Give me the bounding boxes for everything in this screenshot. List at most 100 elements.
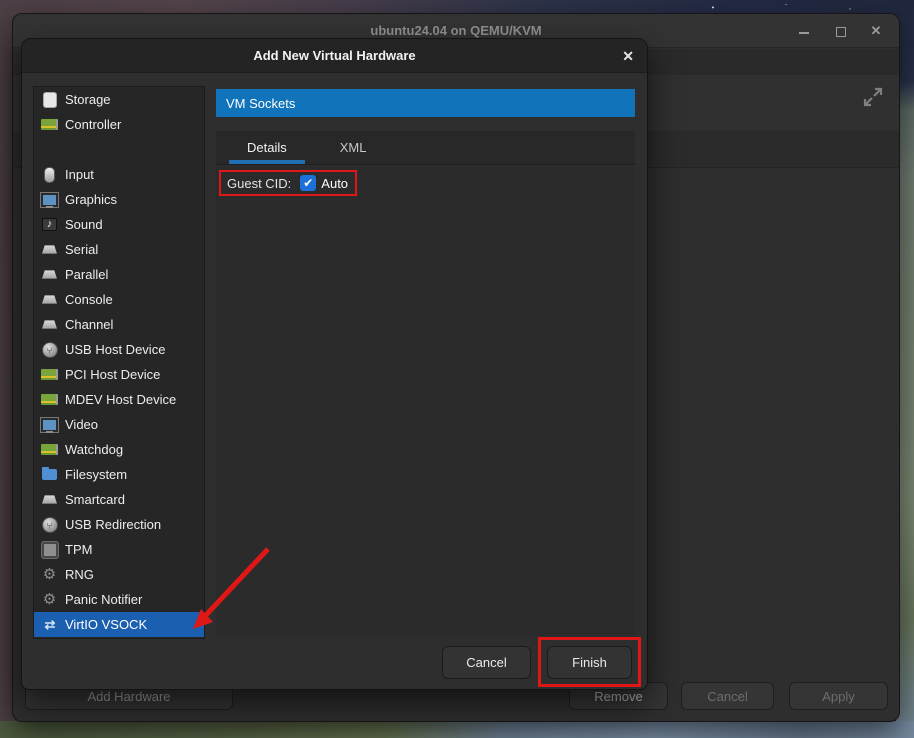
sidebar-item-label: Panic Notifier	[65, 592, 142, 607]
sidebar-item-pci-host-device[interactable]: PCI Host Device	[34, 362, 204, 387]
sidebar-item-video[interactable]: Video	[34, 412, 204, 437]
vsock-icon: ⇄	[41, 616, 58, 633]
card-icon	[41, 441, 58, 458]
sidebar-item-label: Sound	[65, 217, 103, 232]
apply-button: Apply	[789, 682, 888, 710]
sidebar-item-controller[interactable]: Controller	[34, 112, 204, 137]
tab-xml[interactable]: XML	[318, 131, 389, 164]
sidebar-item-label: Storage	[65, 92, 111, 107]
sidebar-item-label: Smartcard	[65, 492, 125, 507]
usb-icon	[41, 516, 58, 533]
sidebar-item-label: TPM	[65, 542, 92, 557]
tab-xml-label: XML	[340, 140, 367, 155]
card-icon	[41, 116, 58, 133]
hardware-type-list: Storage Controller Input Graphics Sound …	[33, 86, 205, 639]
sidebar-item-label: Graphics	[65, 192, 117, 207]
sidebar-item-tpm[interactable]: TPM	[34, 537, 204, 562]
sidebar-item-label: VirtIO VSOCK	[65, 617, 147, 632]
vm-cancel-button: Cancel	[681, 682, 774, 710]
panel-tabbar: Details XML	[216, 131, 635, 165]
add-hardware-dialog: Add New Virtual Hardware ✕ Storage Contr…	[21, 38, 648, 690]
auto-cid-checkbox-label: Auto	[321, 176, 348, 191]
minimize-icon[interactable]	[797, 24, 811, 38]
guest-cid-annotation-box: Guest CID: ✔ Auto	[219, 170, 357, 196]
sidebar-item-label: Channel	[65, 317, 113, 332]
sidebar-item-label: Parallel	[65, 267, 108, 282]
sidebar-item-filesystem[interactable]: Filesystem	[34, 462, 204, 487]
vm-window-title: ubuntu24.04 on QEMU/KVM	[370, 23, 541, 38]
sound-icon	[41, 216, 58, 233]
tab-details-label: Details	[247, 140, 287, 155]
connector-icon	[41, 266, 58, 283]
sidebar-item-label: Watchdog	[65, 442, 123, 457]
sidebar-item-spacer	[34, 137, 204, 162]
checkmark-icon: ✔	[303, 175, 313, 191]
auto-cid-checkbox[interactable]: ✔	[300, 175, 316, 191]
sidebar-item-channel[interactable]: Channel	[34, 312, 204, 337]
details-tab-content: Guest CID: ✔ Auto	[216, 166, 635, 636]
close-icon[interactable]: ✕	[869, 24, 883, 38]
connector-icon	[41, 316, 58, 333]
vm-window-controls: ✕	[797, 14, 883, 48]
card-icon	[41, 366, 58, 383]
sidebar-item-label: Serial	[65, 242, 98, 257]
sidebar-item-graphics[interactable]: Graphics	[34, 187, 204, 212]
sidebar-item-rng[interactable]: ⚙ RNG	[34, 562, 204, 587]
monitor-icon	[41, 191, 58, 208]
apply-label: Apply	[822, 689, 855, 704]
sidebar-item-usb-host-device[interactable]: USB Host Device	[34, 337, 204, 362]
dialog-close-icon[interactable]: ✕	[622, 39, 634, 73]
gear-icon: ⚙	[41, 591, 58, 608]
gear-icon: ⚙	[41, 566, 58, 583]
dialog-cancel-label: Cancel	[466, 655, 506, 670]
wallpaper-bottom-strip	[0, 721, 914, 738]
usb-icon	[41, 341, 58, 358]
sidebar-item-label: RNG	[65, 567, 94, 582]
dialog-titlebar[interactable]: Add New Virtual Hardware ✕	[22, 39, 647, 73]
connector-icon	[41, 291, 58, 308]
sidebar-item-input[interactable]: Input	[34, 162, 204, 187]
tab-details[interactable]: Details	[225, 131, 309, 164]
connector-icon	[41, 241, 58, 258]
guest-cid-label: Guest CID:	[227, 176, 291, 191]
dialog-finish-label: Finish	[572, 655, 607, 670]
sidebar-item-serial[interactable]: Serial	[34, 237, 204, 262]
sidebar-item-label: Video	[65, 417, 98, 432]
card-icon	[41, 391, 58, 408]
remove-label: Remove	[594, 689, 642, 704]
storage-icon	[41, 91, 58, 108]
sidebar-item-usb-redirection[interactable]: USB Redirection	[34, 512, 204, 537]
add-hardware-label: Add Hardware	[87, 689, 170, 704]
desktop-wallpaper: ubuntu24.04 on QEMU/KVM ✕ Add Hardware R…	[0, 0, 914, 738]
mouse-icon	[41, 166, 58, 183]
monitor-icon	[41, 416, 58, 433]
maximize-icon[interactable]	[833, 24, 847, 38]
connector-icon	[41, 491, 58, 508]
sidebar-item-label: Controller	[65, 117, 121, 132]
folder-icon	[41, 466, 58, 483]
sidebar-item-mdev-host-device[interactable]: MDEV Host Device	[34, 387, 204, 412]
sidebar-item-label: Input	[65, 167, 94, 182]
no-icon	[41, 141, 58, 158]
sidebar-item-parallel[interactable]: Parallel	[34, 262, 204, 287]
sidebar-item-storage[interactable]: Storage	[34, 87, 204, 112]
dialog-finish-button[interactable]: Finish	[547, 646, 632, 679]
sidebar-item-label: MDEV Host Device	[65, 392, 176, 407]
vm-cancel-label: Cancel	[707, 689, 747, 704]
panel-header-label: VM Sockets	[226, 96, 295, 111]
sidebar-item-panic-notifier[interactable]: ⚙ Panic Notifier	[34, 587, 204, 612]
sidebar-item-label: Filesystem	[65, 467, 127, 482]
sidebar-item-label: Console	[65, 292, 113, 307]
sidebar-item-label: USB Host Device	[65, 342, 165, 357]
sidebar-item-virtio-vsock[interactable]: ⇄ VirtIO VSOCK	[34, 612, 204, 637]
sidebar-item-label: PCI Host Device	[65, 367, 160, 382]
sidebar-item-console[interactable]: Console	[34, 287, 204, 312]
panel-header: VM Sockets	[216, 89, 635, 117]
sidebar-item-sound[interactable]: Sound	[34, 212, 204, 237]
dialog-cancel-button[interactable]: Cancel	[442, 646, 531, 679]
sidebar-item-smartcard[interactable]: Smartcard	[34, 487, 204, 512]
sidebar-item-watchdog[interactable]: Watchdog	[34, 437, 204, 462]
dialog-title: Add New Virtual Hardware	[253, 48, 415, 63]
fullscreen-expand-icon[interactable]	[861, 85, 885, 112]
tpm-icon	[41, 541, 58, 558]
